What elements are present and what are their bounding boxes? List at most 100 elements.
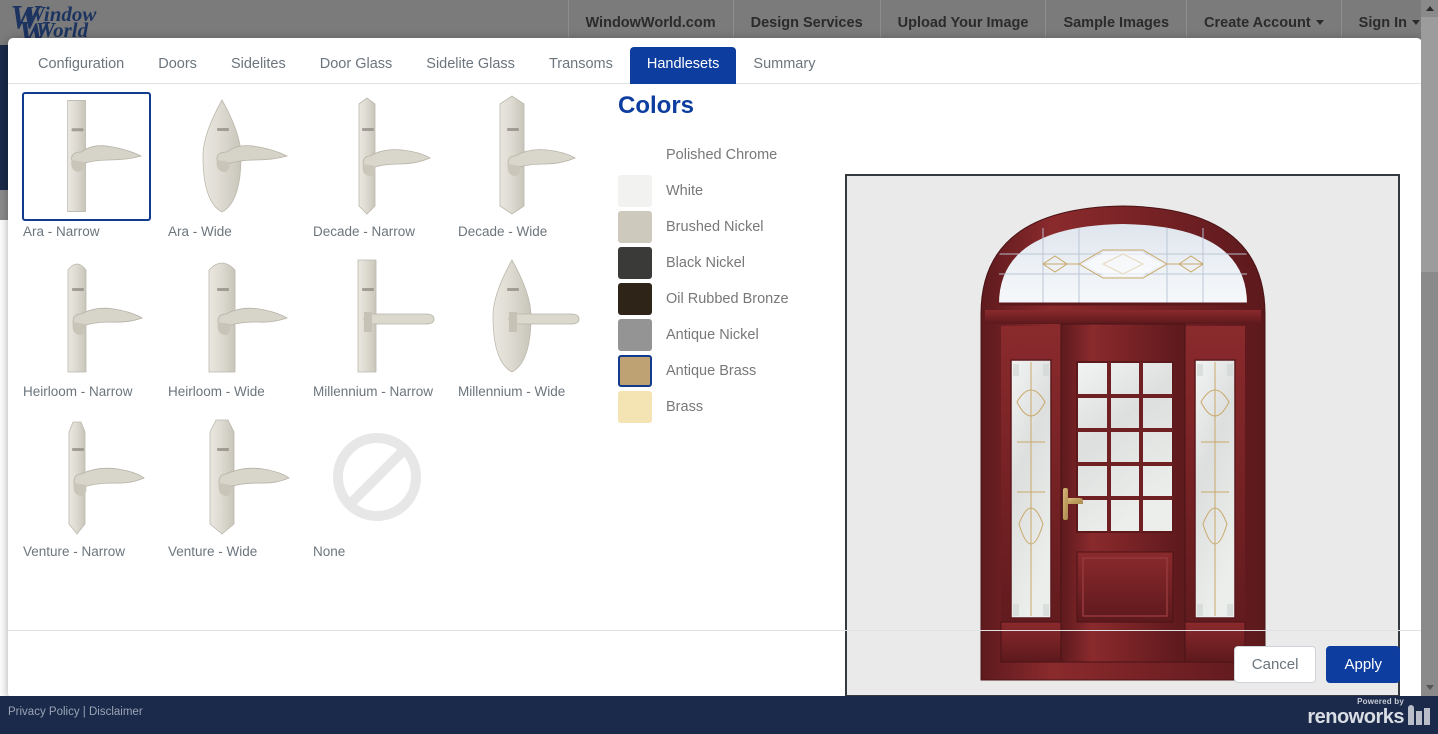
privacy-policy-link[interactable]: Privacy Policy (8, 706, 80, 718)
color-option-brass[interactable]: Brass (618, 389, 843, 425)
footer-links: Privacy Policy | Disclaimer (8, 706, 143, 718)
handleset-label: Heirloom - Wide (168, 384, 265, 399)
nav-item-label: Sample Images (1063, 14, 1170, 31)
handleset-thumbnail[interactable] (167, 92, 296, 221)
tab-configuration[interactable]: Configuration (21, 47, 141, 83)
color-swatch[interactable] (618, 283, 652, 315)
tab-doors[interactable]: Doors (141, 47, 214, 83)
scrollbar-up-arrow[interactable] (1421, 0, 1438, 17)
handleset-illustration (499, 95, 576, 214)
renoworks-branding[interactable]: Powered by renoworks (1307, 698, 1430, 727)
handleset-label: Decade - Wide (458, 224, 548, 239)
color-label: Antique Brass (666, 363, 757, 379)
handleset-option-ara-wide[interactable]: Ara - Wide (167, 92, 312, 252)
handleset-illustration (357, 259, 434, 372)
nav-item-label: WindowWorld.com (585, 14, 716, 31)
colors-title: Colors (618, 92, 695, 119)
handleset-option-heirloom-narrow[interactable]: Heirloom - Narrow (22, 252, 167, 412)
handleset-option-venture-narrow[interactable]: Venture - Narrow (22, 412, 167, 572)
handleset-illustration (68, 421, 145, 535)
tab-summary[interactable]: Summary (736, 47, 832, 83)
handleset-illustration (67, 263, 143, 372)
scrollbar-thumb[interactable] (1421, 17, 1438, 272)
tab-door-glass[interactable]: Door Glass (303, 47, 410, 83)
tab-transoms[interactable]: Transoms (532, 47, 630, 83)
handleset-thumbnail[interactable] (22, 252, 151, 381)
handleset-illustration (492, 258, 579, 372)
cancel-button[interactable]: Cancel (1233, 645, 1317, 684)
color-option-black-nickel[interactable]: Black Nickel (618, 245, 843, 281)
handleset-label: Heirloom - Narrow (23, 384, 133, 399)
handleset-illustration (208, 262, 288, 372)
handleset-option-heirloom-wide[interactable]: Heirloom - Wide (167, 252, 312, 412)
handleset-thumbnail[interactable] (457, 252, 586, 381)
color-option-white[interactable]: White (618, 173, 843, 209)
color-swatch[interactable] (618, 391, 652, 423)
color-option-polished-chrome[interactable]: Polished Chrome (618, 137, 843, 173)
color-swatch[interactable] (618, 175, 652, 207)
handleset-option-millennium-narrow[interactable]: Millennium - Narrow (312, 252, 457, 412)
color-option-antique-brass[interactable]: Antique Brass (618, 353, 843, 389)
color-option-antique-nickel[interactable]: Antique Nickel (618, 317, 843, 353)
handleset-label: Venture - Wide (168, 544, 258, 559)
handleset-option-decade-wide[interactable]: Decade - Wide (457, 92, 602, 252)
powered-by-label: Powered by (1357, 697, 1404, 706)
handleset-illustration (67, 99, 143, 212)
page-root: W Window W World WindowWorld.com Design S… (0, 0, 1438, 734)
tab-sidelite-glass[interactable]: Sidelite Glass (409, 47, 532, 83)
color-option-brushed-nickel[interactable]: Brushed Nickel (618, 209, 843, 245)
handleset-thumbnail[interactable] (167, 252, 296, 381)
color-label: Oil Rubbed Bronze (666, 291, 789, 307)
handleset-thumbnail[interactable] (312, 412, 441, 541)
handleset-label: Ara - Wide (168, 224, 232, 239)
handleset-option-venture-wide[interactable]: Venture - Wide (167, 412, 312, 572)
handleset-option-decade-narrow[interactable]: Decade - Narrow (312, 92, 457, 252)
color-swatch[interactable] (618, 211, 652, 243)
color-swatch[interactable] (618, 139, 652, 171)
door-rendering (979, 192, 1267, 682)
color-swatch[interactable] (618, 247, 652, 279)
handleset-thumbnail[interactable] (312, 252, 441, 381)
door-preview-panel (845, 174, 1400, 697)
handleset-option-none[interactable]: None (312, 412, 457, 572)
apply-button[interactable]: Apply (1326, 645, 1400, 684)
none-icon (332, 432, 421, 521)
handleset-thumbnail[interactable] (457, 92, 586, 221)
handleset-label: Decade - Narrow (313, 224, 416, 239)
tab-handlesets[interactable]: Handlesets (629, 47, 737, 84)
color-label: Antique Nickel (666, 327, 759, 343)
disclaimer-link[interactable]: Disclaimer (89, 706, 143, 718)
handleset-thumbnail[interactable] (22, 412, 151, 541)
color-label: Brass (666, 399, 704, 415)
color-swatch[interactable] (618, 355, 652, 387)
color-label: Polished Chrome (666, 147, 778, 163)
chevron-down-icon (1412, 20, 1420, 25)
handleset-illustration (358, 97, 431, 215)
modal-footer: Cancel Apply (8, 630, 1422, 698)
handleset-option-ara-narrow[interactable]: Ara - Narrow (22, 92, 167, 252)
tab-sidelites[interactable]: Sidelites (214, 47, 303, 83)
site-footer: Privacy Policy | Disclaimer Powered by r… (0, 696, 1438, 734)
color-option-oil-rubbed-bronze[interactable]: Oil Rubbed Bronze (618, 281, 843, 317)
renoworks-logo-icon (1408, 705, 1430, 725)
handleset-option-millennium-wide[interactable]: Millennium - Wide (457, 252, 602, 412)
chevron-down-icon (1315, 20, 1324, 25)
handleset-thumbnail[interactable] (22, 92, 151, 221)
handleset-thumbnail[interactable] (312, 92, 441, 221)
handleset-label: Millennium - Narrow (313, 384, 434, 399)
design-options-modal: Configuration Doors Sidelites Door Glass Sid… (8, 38, 1422, 698)
handleset-grid: Ara - Narrow Ara - Wide Decade - Narrow Dec… (22, 92, 602, 572)
nav-item-label: Design Services (750, 14, 863, 31)
scrollbar-down-arrow[interactable] (1421, 679, 1438, 696)
nav-item-label: Upload Your Image (897, 14, 1029, 31)
color-label: White (666, 183, 704, 199)
nav-item-label: Create Account (1204, 14, 1311, 31)
door-svg (980, 205, 1265, 681)
modal-body: Ara - Narrow Ara - Wide Decade - Narrow Dec… (8, 84, 1422, 697)
color-swatch[interactable] (618, 319, 652, 351)
handleset-label: Ara - Narrow (23, 224, 100, 239)
handleset-thumbnail[interactable] (167, 412, 296, 541)
handleset-label: None (313, 544, 346, 559)
page-scrollbar[interactable] (1421, 0, 1438, 696)
nav-item-label: Sign In (1358, 14, 1407, 31)
